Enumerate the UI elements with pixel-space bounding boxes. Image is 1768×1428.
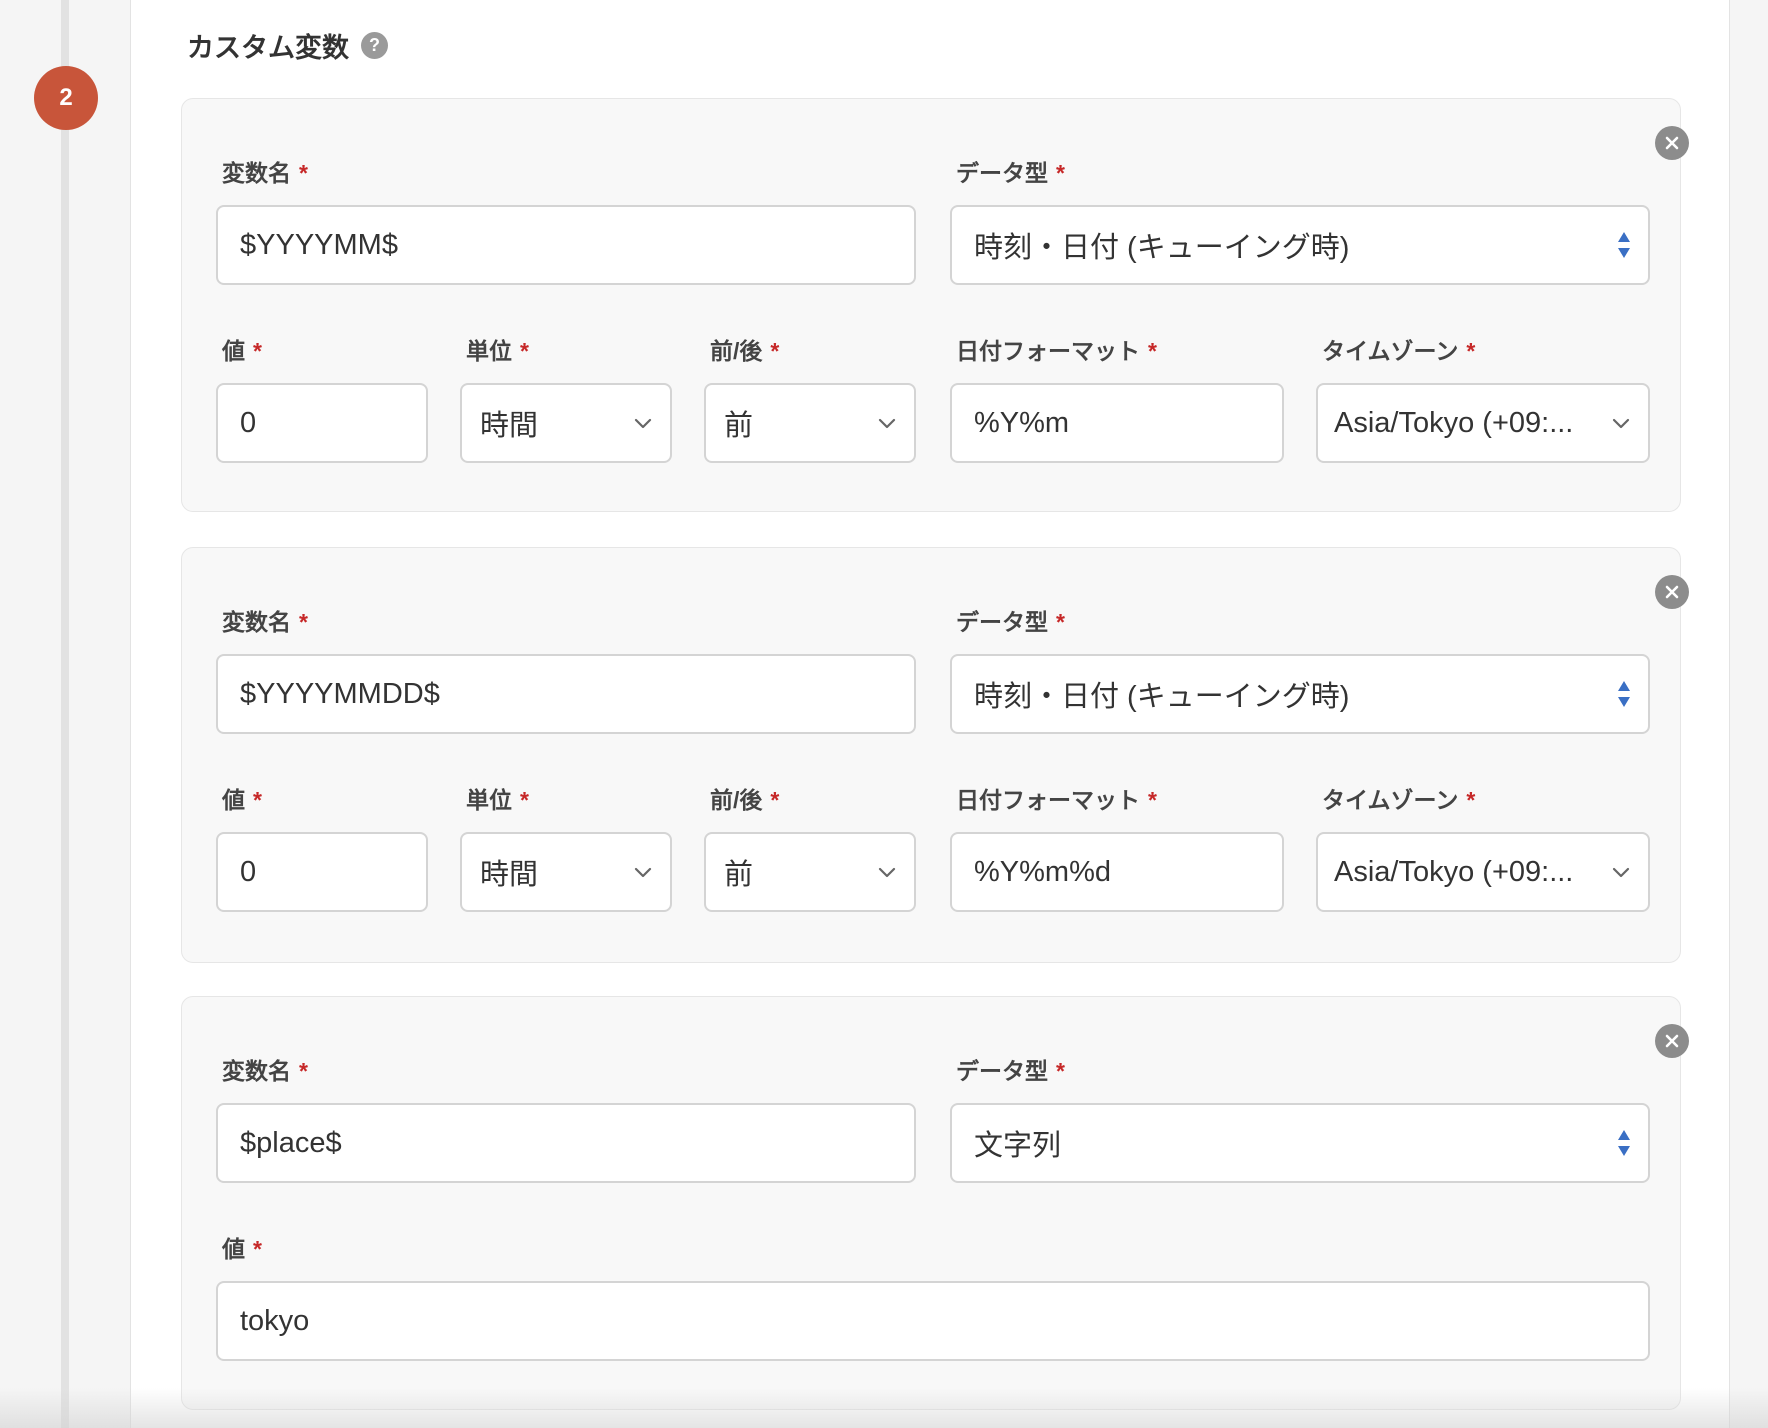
- variable-name-input[interactable]: $YYYYMMDD$: [216, 654, 916, 734]
- variable-name-label: 変数名 *: [222, 1058, 308, 1084]
- chevron-down-icon: [878, 867, 896, 878]
- value-input[interactable]: tokyo: [216, 1281, 1650, 1361]
- chevron-down-icon: [634, 418, 652, 429]
- up-down-arrows-icon: [1618, 681, 1630, 707]
- variable-name-label: 変数名 *: [222, 609, 308, 635]
- required-mark: *: [299, 609, 308, 635]
- required-mark: *: [1056, 1058, 1065, 1084]
- input-value: tokyo: [240, 1304, 310, 1337]
- required-mark: *: [253, 787, 262, 813]
- timezone-label: タイムゾーン *: [1322, 338, 1476, 364]
- timezone-select[interactable]: Asia/Tokyo (+09:...: [1316, 383, 1650, 463]
- timezone-select[interactable]: Asia/Tokyo (+09:...: [1316, 832, 1650, 912]
- custom-variable-card: 変数名 * $YYYYMMDD$ データ型 * 時刻・日付 (キューイング時) 値 *…: [181, 547, 1689, 963]
- select-value: 時間: [480, 859, 539, 891]
- data-type-select[interactable]: 文字列: [950, 1103, 1650, 1183]
- required-mark: *: [1466, 338, 1476, 364]
- unit-select[interactable]: 時間: [460, 832, 672, 912]
- close-icon: [1665, 1034, 1679, 1048]
- up-down-arrows-icon: [1618, 232, 1630, 258]
- value-label: 値 *: [222, 338, 262, 364]
- timezone-label: タイムゾーン *: [1322, 787, 1476, 813]
- timeline-rail: [61, 0, 69, 1428]
- chevron-down-icon: [1612, 867, 1630, 878]
- before-after-label: 前/後 *: [710, 338, 780, 364]
- unit-label: 単位 *: [466, 787, 529, 813]
- before-after-label: 前/後 *: [710, 787, 780, 813]
- data-type-select[interactable]: 時刻・日付 (キューイング時): [950, 205, 1650, 285]
- chevron-down-icon: [634, 867, 652, 878]
- variable-name-input[interactable]: $place$: [216, 1103, 916, 1183]
- data-type-label: データ型 *: [956, 160, 1065, 186]
- date-format-label: 日付フォーマット *: [956, 338, 1157, 364]
- input-value: 0: [240, 406, 257, 439]
- required-mark: *: [1056, 609, 1065, 635]
- before-after-select[interactable]: 前: [704, 832, 916, 912]
- required-mark: *: [253, 1236, 262, 1262]
- main-panel: カスタム変数 ? 変数名 * $YYYYMM$ データ型 * 時刻・日付 (キューイ…: [130, 0, 1730, 1428]
- close-icon: [1665, 136, 1679, 150]
- value-input[interactable]: 0: [216, 383, 428, 463]
- required-mark: *: [1466, 787, 1476, 813]
- value-label: 値 *: [222, 787, 262, 813]
- input-value: %Y%m%d: [974, 855, 1111, 888]
- data-type-label: データ型 *: [956, 1058, 1065, 1084]
- select-value: Asia/Tokyo (+09:...: [1334, 855, 1574, 888]
- required-mark: *: [1148, 338, 1157, 364]
- chevron-down-icon: [1612, 418, 1630, 429]
- remove-variable-button[interactable]: [1655, 126, 1689, 160]
- variable-name-label: 変数名 *: [222, 160, 308, 186]
- variable-name-input[interactable]: $YYYYMM$: [216, 205, 916, 285]
- up-down-arrows-icon: [1618, 1130, 1630, 1156]
- required-mark: *: [1056, 160, 1065, 186]
- unit-label: 単位 *: [466, 338, 529, 364]
- remove-variable-button[interactable]: [1655, 1024, 1689, 1058]
- select-value: 時刻・日付 (キューイング時): [974, 232, 1350, 264]
- input-value: %Y%m: [974, 406, 1070, 439]
- bottom-shadow: [0, 1388, 1768, 1428]
- select-value: 時刻・日付 (キューイング時): [974, 681, 1350, 713]
- required-mark: *: [299, 160, 308, 186]
- value-label: 値 *: [222, 1236, 262, 1262]
- custom-variable-card: 変数名 * $place$ データ型 * 文字列 値 * tokyo: [181, 996, 1689, 1410]
- input-value: 0: [240, 855, 257, 888]
- data-type-label: データ型 *: [956, 609, 1065, 635]
- select-value: Asia/Tokyo (+09:...: [1334, 406, 1574, 439]
- input-value: $YYYYMM$: [240, 228, 398, 261]
- select-value: 前: [724, 859, 754, 891]
- section-header: カスタム変数 ?: [187, 26, 388, 65]
- unit-select[interactable]: 時間: [460, 383, 672, 463]
- chevron-down-icon: [878, 418, 896, 429]
- question-circle-icon[interactable]: ?: [361, 32, 388, 59]
- required-mark: *: [770, 338, 780, 364]
- data-type-select[interactable]: 時刻・日付 (キューイング時): [950, 654, 1650, 734]
- required-mark: *: [1148, 787, 1157, 813]
- close-icon: [1665, 585, 1679, 599]
- step-number-badge: 2: [34, 66, 98, 130]
- date-format-label: 日付フォーマット *: [956, 787, 1157, 813]
- select-value: 時間: [480, 410, 539, 442]
- required-mark: *: [299, 1058, 308, 1084]
- required-mark: *: [253, 338, 262, 364]
- value-input[interactable]: 0: [216, 832, 428, 912]
- custom-variable-card: 変数名 * $YYYYMM$ データ型 * 時刻・日付 (キューイング時) 値 * 0…: [181, 98, 1689, 512]
- required-mark: *: [520, 338, 529, 364]
- remove-variable-button[interactable]: [1655, 575, 1689, 609]
- date-format-input[interactable]: %Y%m: [950, 383, 1284, 463]
- select-value: 文字列: [974, 1130, 1062, 1162]
- required-mark: *: [770, 787, 780, 813]
- required-mark: *: [520, 787, 529, 813]
- date-format-input[interactable]: %Y%m%d: [950, 832, 1284, 912]
- select-value: 前: [724, 410, 754, 442]
- section-title: カスタム変数: [187, 33, 349, 63]
- input-value: $place$: [240, 1126, 342, 1159]
- input-value: $YYYYMMDD$: [240, 677, 440, 710]
- before-after-select[interactable]: 前: [704, 383, 916, 463]
